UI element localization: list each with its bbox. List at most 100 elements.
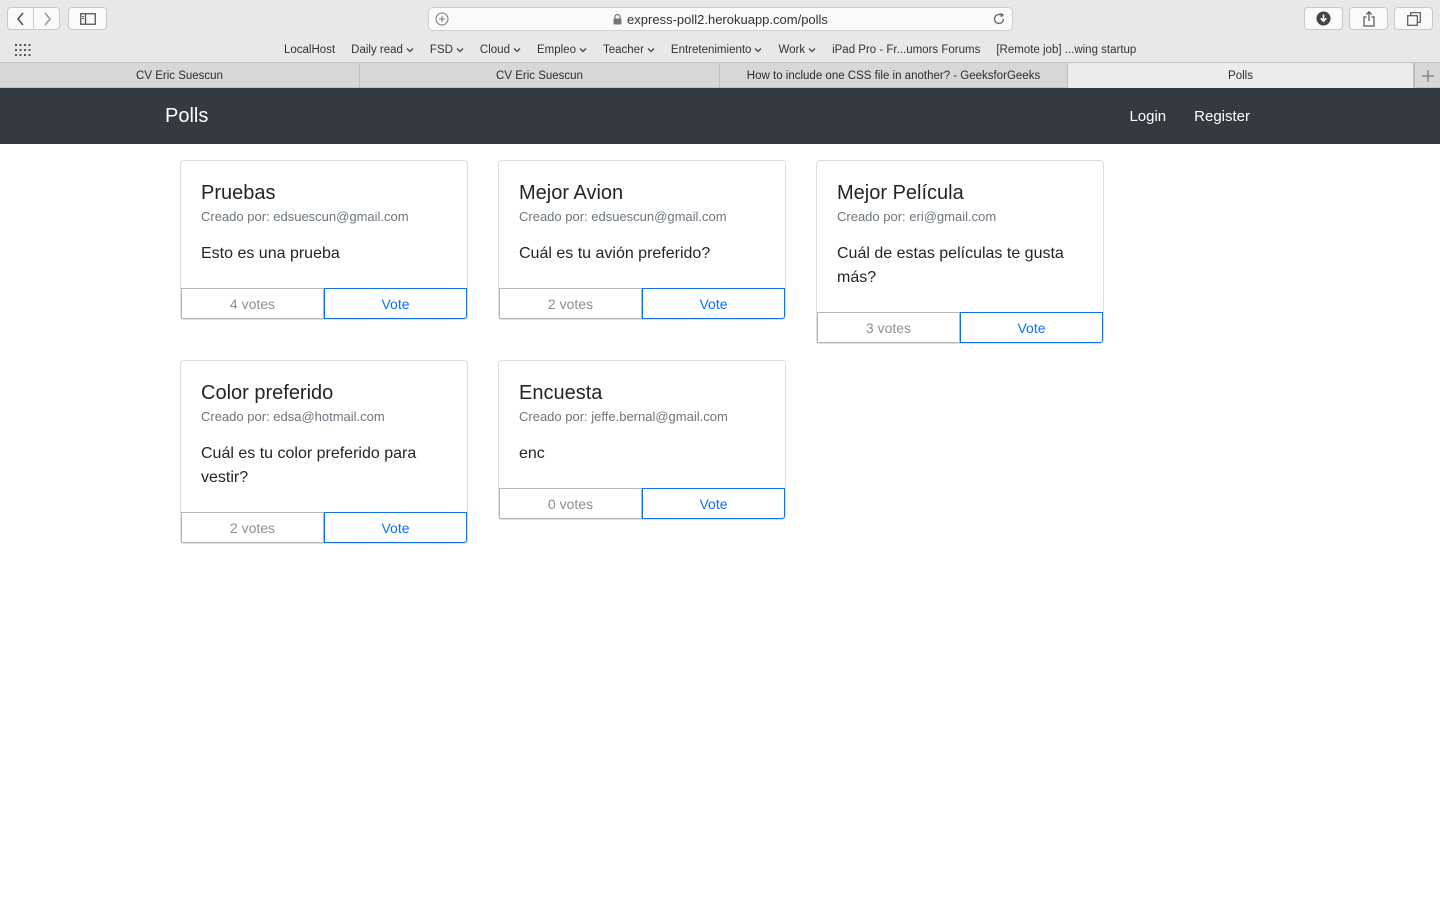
- bookmark-list: LocalHost Daily read FSD Cloud Empleo Teacher…: [284, 38, 1136, 62]
- browser-toolbar: express-poll2.herokuapp.com/polls: [0, 0, 1440, 38]
- bookmark-item[interactable]: Empleo: [537, 44, 587, 56]
- browser-tab[interactable]: How to include one CSS file in another? …: [720, 63, 1068, 88]
- bookmark-item[interactable]: Daily read: [351, 44, 414, 56]
- poll-creator: Creado por: edsuescun@gmail.com: [519, 209, 727, 224]
- chevron-down-icon: [647, 48, 655, 53]
- bookmark-label: Entretenimiento: [670, 44, 752, 56]
- url-text: express-poll2.herokuapp.com/polls: [627, 11, 828, 27]
- chevron-right-icon: [43, 11, 51, 26]
- poll-title: Pruebas: [201, 182, 276, 204]
- chevron-down-icon: [513, 48, 521, 53]
- vote-button[interactable]: Vote: [324, 512, 467, 543]
- chevron-down-icon: [456, 48, 464, 53]
- browser-tab-active[interactable]: Polls: [1068, 63, 1414, 88]
- bookmark-label: LocalHost: [284, 44, 336, 56]
- tab-label: CV Eric Suescun: [136, 69, 223, 82]
- vote-button[interactable]: Vote: [960, 312, 1103, 343]
- chevron-down-icon: [406, 48, 414, 53]
- browser-tab[interactable]: CV Eric Suescun: [360, 63, 720, 88]
- plus-icon: [1421, 69, 1434, 82]
- poll-question: Cuál de estas películas te gusta más?: [837, 245, 1064, 286]
- bookmark-item[interactable]: Work: [778, 44, 816, 56]
- tab-bar: CV Eric Suescun CV Eric Suescun How to i…: [0, 62, 1440, 88]
- vote-button[interactable]: Vote: [642, 288, 785, 319]
- bookmark-item[interactable]: iPad Pro - Fr...umors Forums: [832, 44, 980, 56]
- apps-grid-icon[interactable]: [15, 43, 31, 61]
- browser-tab[interactable]: CV Eric Suescun: [0, 63, 360, 88]
- sidebar-toggle-button[interactable]: [68, 7, 107, 30]
- votes-count-button[interactable]: 2 votes: [499, 288, 642, 319]
- navbar-links: Login Register: [1129, 88, 1250, 144]
- download-icon: [1316, 11, 1331, 26]
- bookmark-label: FSD: [429, 44, 453, 56]
- lock-icon: [613, 13, 622, 24]
- poll-card: Color preferido Creado por: edsa@hotmail…: [180, 360, 468, 544]
- poll-card: Pruebas Creado por: edsuescun@gmail.com …: [180, 160, 468, 320]
- votes-count-button[interactable]: 0 votes: [499, 488, 642, 519]
- back-button[interactable]: [8, 8, 33, 29]
- votes-count-button[interactable]: 2 votes: [181, 512, 324, 543]
- tab-label: How to include one CSS file in another? …: [746, 69, 1041, 82]
- tab-label: CV Eric Suescun: [496, 69, 583, 82]
- chevron-down-icon: [808, 48, 816, 53]
- bookmark-label: Empleo: [536, 44, 576, 56]
- sidebar-icon: [79, 12, 96, 25]
- poll-title: Encuesta: [519, 382, 603, 404]
- history-nav: [7, 7, 60, 30]
- poll-actions: 2 votes Vote: [499, 288, 785, 319]
- votes-count-button[interactable]: 3 votes: [817, 312, 960, 343]
- votes-count-button[interactable]: 4 votes: [181, 288, 324, 319]
- bookmark-label: Daily read: [351, 44, 403, 56]
- new-tab-button[interactable]: [1414, 63, 1440, 88]
- navbar-brand[interactable]: Polls: [165, 88, 208, 144]
- poll-question: Esto es una prueba: [201, 245, 340, 262]
- tab-overview-button[interactable]: [1394, 7, 1433, 30]
- poll-actions: 3 votes Vote: [817, 312, 1103, 343]
- chevron-down-icon: [754, 48, 762, 53]
- tab-label: Polls: [1228, 69, 1253, 82]
- poll-title: Color preferido: [201, 382, 334, 404]
- share-icon: [1362, 10, 1375, 27]
- url-display: express-poll2.herokuapp.com/polls: [429, 8, 1012, 30]
- poll-question: Cuál es tu avión preferido?: [519, 245, 711, 262]
- bookmark-item[interactable]: Teacher: [603, 44, 655, 56]
- poll-question: enc: [519, 445, 545, 462]
- bookmark-label: Teacher: [602, 44, 644, 56]
- register-link[interactable]: Register: [1194, 108, 1250, 125]
- poll-creator: Creado por: edsuescun@gmail.com: [201, 209, 409, 224]
- poll-actions: 0 votes Vote: [499, 488, 785, 519]
- bookmark-item[interactable]: Cloud: [480, 44, 521, 56]
- reload-icon[interactable]: [992, 12, 1006, 31]
- poll-creator: Creado por: edsa@hotmail.com: [201, 409, 385, 424]
- address-bar[interactable]: express-poll2.herokuapp.com/polls: [428, 7, 1013, 31]
- bookmark-label: [Remote job] ...wing startup: [996, 44, 1137, 56]
- poll-card: Mejor Película Creado por: eri@gmail.com…: [816, 160, 1104, 344]
- poll-title: Mejor Avion: [519, 182, 624, 204]
- poll-card: Mejor Avion Creado por: edsuescun@gmail.…: [498, 160, 786, 320]
- app-navbar: Polls Login Register: [0, 88, 1440, 144]
- bookmark-label: iPad Pro - Fr...umors Forums: [832, 44, 981, 56]
- bookmark-label: Work: [778, 44, 806, 56]
- poll-actions: 2 votes Vote: [181, 512, 467, 543]
- tabs-overview-icon: [1406, 11, 1421, 26]
- share-button[interactable]: [1349, 7, 1388, 30]
- chevron-down-icon: [579, 48, 587, 53]
- poll-title: Mejor Película: [837, 182, 964, 204]
- bookmark-item[interactable]: Entretenimiento: [671, 44, 763, 56]
- poll-creator: Creado por: eri@gmail.com: [837, 209, 997, 224]
- poll-question: Cuál es tu color preferido para vestir?: [201, 445, 417, 486]
- bookmark-item[interactable]: FSD: [430, 44, 464, 56]
- chevron-left-icon: [16, 11, 24, 26]
- vote-button[interactable]: Vote: [324, 288, 467, 319]
- bookmark-item[interactable]: LocalHost: [284, 44, 335, 56]
- forward-button[interactable]: [33, 8, 59, 29]
- favorites-bar: LocalHost Daily read FSD Cloud Empleo Teacher…: [0, 38, 1440, 62]
- poll-actions: 4 votes Vote: [181, 288, 467, 319]
- poll-card: Encuesta Creado por: jeffe.bernal@gmail.…: [498, 360, 786, 520]
- bookmark-item[interactable]: [Remote job] ...wing startup: [996, 44, 1136, 56]
- vote-button[interactable]: Vote: [642, 488, 785, 519]
- login-link[interactable]: Login: [1129, 108, 1166, 125]
- bookmark-label: Cloud: [479, 44, 510, 56]
- downloads-button[interactable]: [1304, 7, 1343, 30]
- poll-creator: Creado por: jeffe.bernal@gmail.com: [519, 409, 728, 424]
